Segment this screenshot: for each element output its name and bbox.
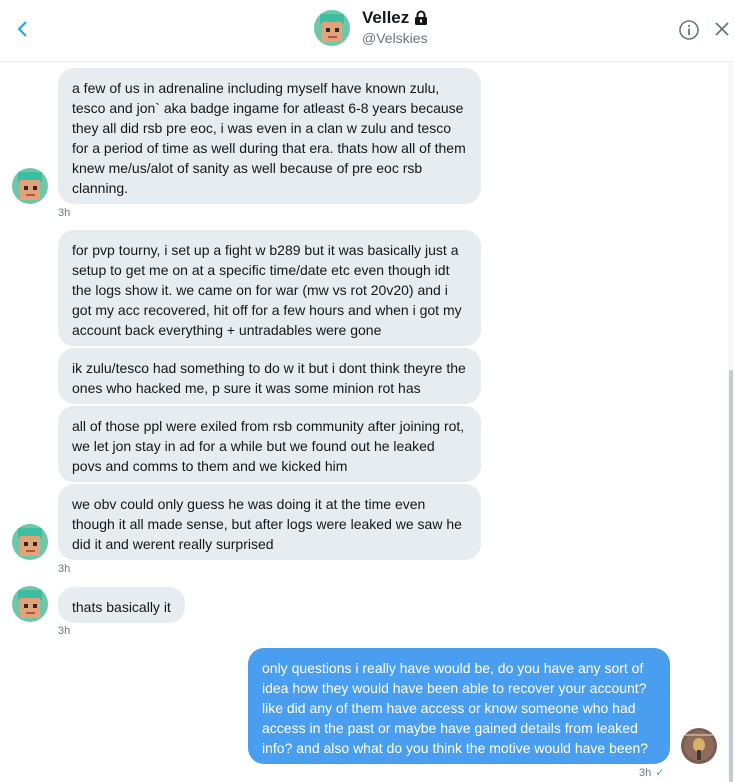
message-text: only questions i really have would be, d… (262, 660, 649, 756)
conversation-header: Vellez @Velskies (0, 0, 734, 62)
message-text: all of those ppl were exiled from rsb co… (72, 418, 465, 474)
chevron-left-icon (17, 21, 27, 37)
message-bubble[interactable]: for pvp tourny, i set up a fight w b289 … (58, 230, 481, 346)
contact-names: Vellez @Velskies (362, 8, 428, 48)
message-bubble[interactable]: all of those ppl were exiled from rsb co… (58, 406, 481, 482)
pixel-face-avatar-icon (12, 586, 48, 622)
scrollbar-thumb[interactable] (729, 370, 733, 782)
own-avatar[interactable] (681, 728, 717, 764)
sender-avatar[interactable] (12, 168, 48, 204)
contact-avatar (314, 10, 350, 46)
message-bubble[interactable]: thats basically it (58, 587, 185, 623)
pixel-face-avatar-icon (12, 524, 48, 560)
close-icon[interactable] (713, 20, 731, 38)
sender-avatar[interactable] (12, 524, 48, 560)
message-timestamp-row: 3h ✓ (639, 767, 664, 780)
message-bubble[interactable]: a few of us in adrenaline including myse… (58, 68, 481, 204)
read-receipt-check-icon: ✓ (655, 767, 665, 779)
message-text: we obv could only guess he was doing it … (72, 496, 462, 552)
message-bubble[interactable]: ik zulu/tesco had something to do w it b… (58, 348, 481, 404)
lock-icon (415, 10, 428, 25)
contact-handle: @Velskies (362, 30, 428, 46)
info-icon[interactable] (678, 19, 700, 41)
message-timestamp: 3h (58, 563, 71, 575)
sent-message-bubble[interactable]: only questions i really have would be, d… (248, 648, 670, 764)
back-button[interactable] (8, 14, 36, 44)
pixel-face-avatar-icon (314, 10, 350, 46)
message-text: thats basically it (72, 599, 171, 615)
message-bubble[interactable]: we obv could only guess he was doing it … (58, 484, 481, 560)
user-photo-avatar-icon (681, 728, 717, 764)
message-timestamp: 3h (639, 767, 652, 779)
contact-name: Vellez (362, 8, 410, 27)
message-timestamp: 3h (58, 625, 71, 637)
message-text: a few of us in adrenaline including myse… (72, 80, 466, 196)
message-text: for pvp tourny, i set up a fight w b289 … (72, 242, 462, 338)
message-text: ik zulu/tesco had something to do w it b… (72, 360, 466, 396)
contact-info[interactable]: Vellez @Velskies (314, 8, 428, 48)
contact-name-row: Vellez (362, 8, 428, 28)
pixel-face-avatar-icon (12, 168, 48, 204)
sender-avatar[interactable] (12, 586, 48, 622)
message-timestamp: 3h (58, 207, 71, 219)
